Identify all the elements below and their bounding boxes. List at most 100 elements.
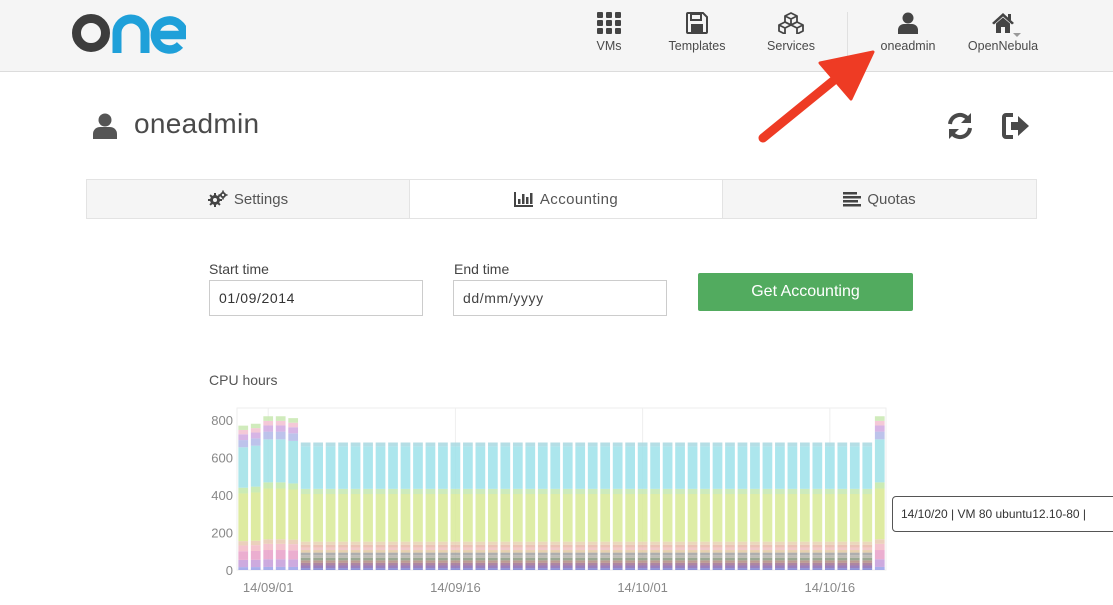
- bar-segment: [600, 494, 611, 542]
- bar-segment: [787, 557, 798, 561]
- bar-segment: [812, 494, 823, 542]
- bar-segment: [725, 541, 735, 545]
- bar-segment: [438, 555, 448, 558]
- bar-segment: [275, 543, 286, 551]
- bar-segment: [288, 433, 299, 441]
- opennebula-logo[interactable]: [72, 12, 186, 54]
- bar-segment: [300, 541, 311, 545]
- bar-segment: [350, 568, 361, 570]
- bar-segment: [313, 568, 323, 570]
- bar-segment: [525, 550, 536, 553]
- bar-segment: [849, 552, 860, 556]
- bar-segment: [712, 547, 723, 551]
- bar-segment: [288, 418, 299, 423]
- end-time-input[interactable]: [453, 280, 667, 316]
- bar-segment: [712, 568, 723, 570]
- bar-segment: [537, 560, 548, 563]
- bar-segment: [675, 541, 685, 545]
- top-navbar: VMs Templates Services oneadmin OpenNebu…: [0, 0, 1113, 72]
- bar-segment: [862, 550, 873, 553]
- bar-segment: [450, 547, 461, 551]
- bar-segment: [487, 560, 498, 563]
- bar-segment: [450, 544, 461, 548]
- bar-segment: [375, 557, 386, 561]
- tab-accounting[interactable]: Accounting: [409, 180, 723, 218]
- bar-segment: [824, 544, 835, 548]
- bar-segment: [500, 544, 511, 548]
- bar-segment: [637, 494, 648, 542]
- bar-segment: [725, 544, 735, 548]
- bar-segment: [687, 555, 698, 558]
- bar-segment: [238, 440, 249, 448]
- bar-segment: [450, 488, 461, 495]
- bar-segment: [438, 446, 448, 489]
- bar-segment: [750, 541, 760, 545]
- bar-segment: [363, 442, 373, 447]
- bar-segment: [837, 565, 848, 569]
- bar-segment: [600, 547, 611, 551]
- bar-segment: [612, 552, 623, 556]
- nav-vms[interactable]: VMs: [586, 12, 632, 62]
- bar-segment: [525, 494, 536, 542]
- bar-segment: [700, 568, 710, 570]
- y-tick-label: 400: [211, 488, 233, 503]
- bar-segment: [587, 446, 598, 489]
- bar-segment: [824, 442, 835, 447]
- bar-segment: [650, 488, 660, 495]
- bar-segment: [375, 560, 386, 563]
- sign-out-icon[interactable]: [1002, 112, 1030, 140]
- bar-segment: [250, 540, 261, 546]
- bar-segment: [313, 552, 323, 556]
- bar-segment: [862, 544, 873, 548]
- tab-settings[interactable]: Settings: [87, 180, 409, 218]
- bar-segment: [463, 555, 473, 558]
- nav-zone[interactable]: OpenNebula: [966, 12, 1040, 62]
- nav-user[interactable]: oneadmin: [876, 12, 940, 62]
- bar-segment: [650, 547, 660, 551]
- bar-segment: [575, 552, 586, 556]
- bar-segment: [675, 550, 685, 553]
- get-accounting-button[interactable]: Get Accounting: [698, 273, 913, 311]
- bar-segment: [500, 557, 511, 561]
- bar-segment: [562, 557, 573, 561]
- nav-user-label: oneadmin: [880, 39, 936, 53]
- bar-segment: [388, 552, 398, 556]
- bar-segment: [800, 544, 810, 548]
- bar-segment: [600, 550, 611, 553]
- bar-segment: [250, 423, 261, 429]
- bar-segment: [862, 562, 873, 566]
- bar-segment: [288, 544, 299, 551]
- nav-templates[interactable]: Templates: [664, 12, 730, 62]
- bar-segment: [400, 550, 411, 553]
- bar-segment: [275, 488, 286, 540]
- start-time-input[interactable]: [209, 280, 423, 316]
- bar-segment: [512, 446, 523, 489]
- bar-segment: [425, 555, 436, 558]
- bar-segment: [812, 562, 823, 566]
- bar-segment: [487, 442, 498, 447]
- bar-segment: [662, 547, 673, 551]
- tab-quotas[interactable]: Quotas: [723, 180, 1036, 218]
- bar-segment: [388, 555, 398, 558]
- bar-segment: [775, 442, 785, 447]
- bar-segment: [463, 562, 473, 566]
- bar-segment: [625, 446, 636, 489]
- bar-segment: [537, 547, 548, 551]
- refresh-icon[interactable]: [946, 112, 974, 140]
- nav-zone-label: OpenNebula: [967, 39, 1039, 53]
- bar-segment: [837, 560, 848, 563]
- bar-segment: [438, 541, 448, 545]
- bar-segment: [500, 562, 511, 566]
- bar-segment: [438, 568, 448, 570]
- bar-segment: [325, 568, 336, 570]
- bar-segment: [413, 547, 423, 551]
- bar-segment: [388, 488, 398, 495]
- bar-segment: [487, 547, 498, 551]
- bar-segment: [762, 488, 773, 495]
- bar-segment: [487, 557, 498, 561]
- bar-segment: [612, 568, 623, 570]
- bar-segment: [575, 544, 586, 548]
- tab-quotas-label: Quotas: [867, 190, 916, 208]
- bar-segment: [812, 557, 823, 561]
- bar-segment: [450, 562, 461, 566]
